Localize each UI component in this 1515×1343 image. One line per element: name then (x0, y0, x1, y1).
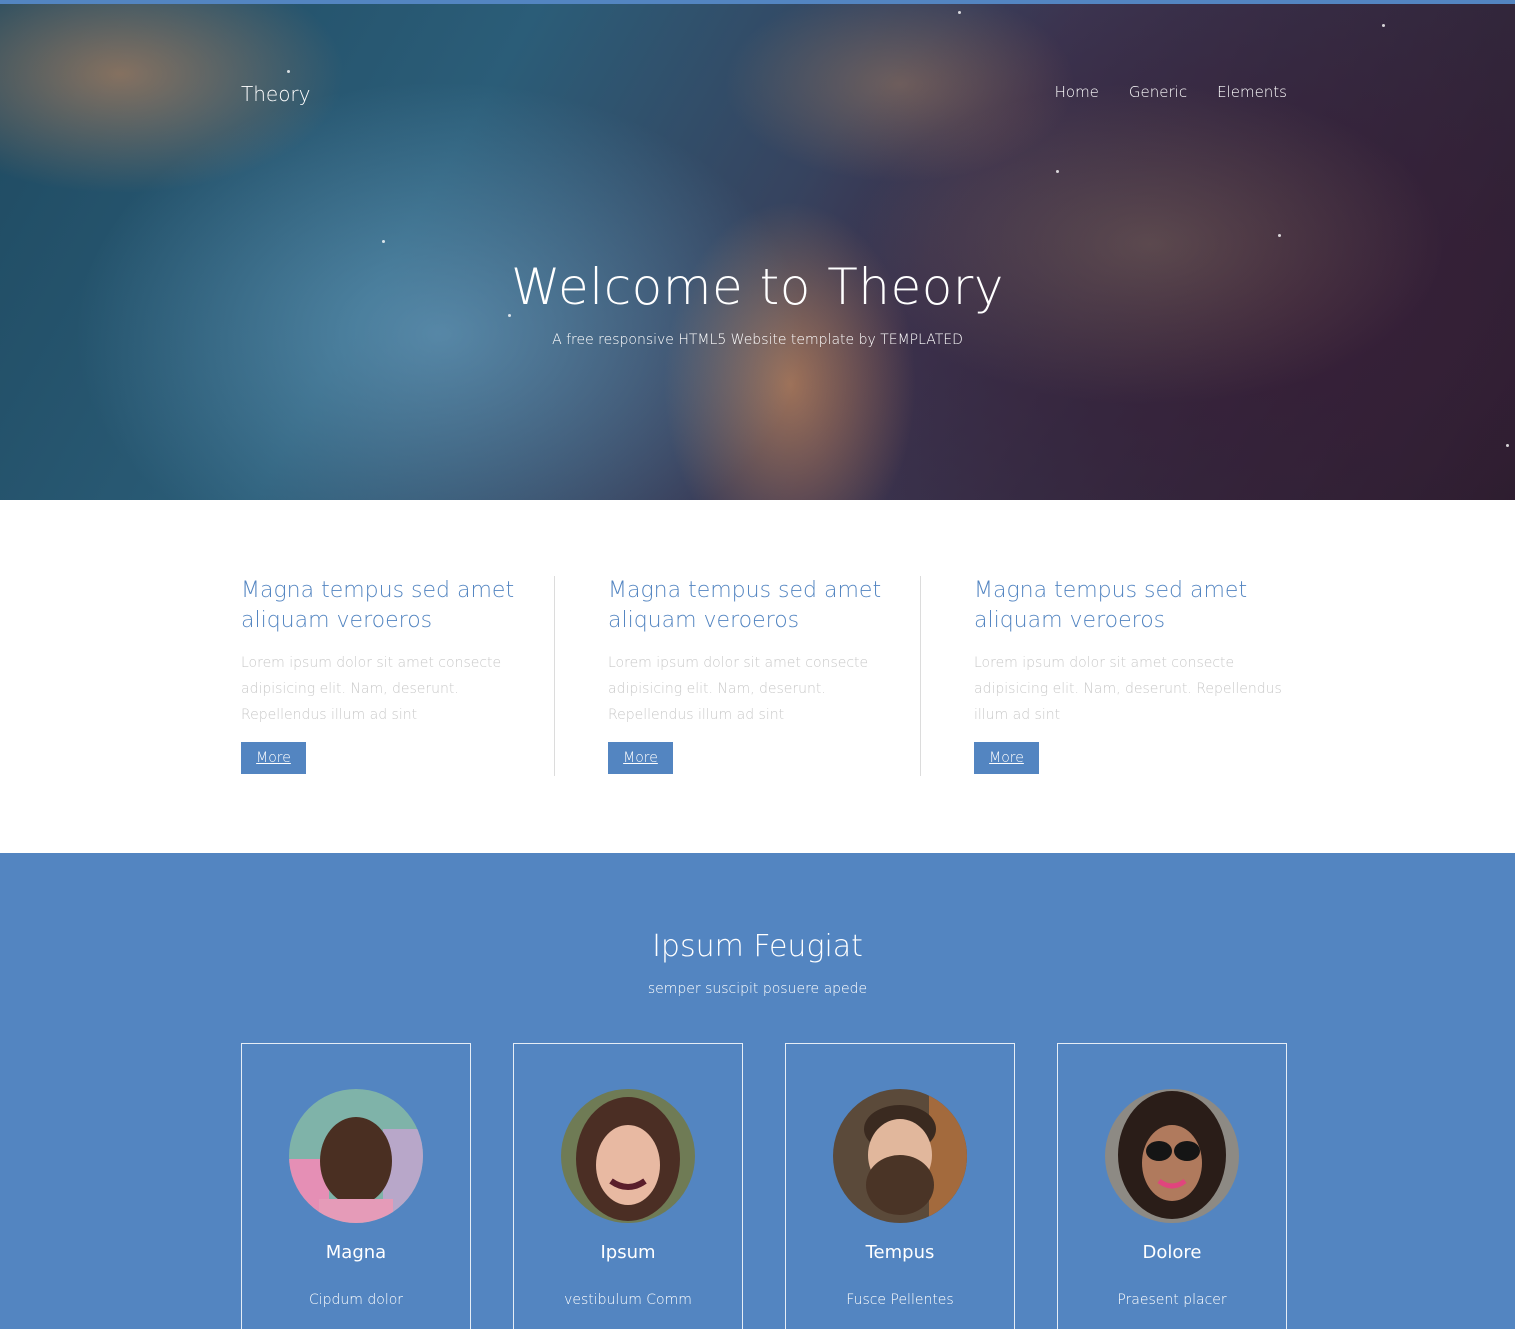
nav-elements-link[interactable]: Elements (1217, 83, 1287, 101)
feature-column: Magna tempus sed amet aliquam veroeros L… (554, 576, 920, 776)
nav-home-link[interactable]: Home (1055, 83, 1099, 101)
team-card: Ipsum vestibulum Comm (513, 1043, 743, 1343)
team-subtitle: semper suscipit posuere apede (647, 981, 868, 997)
team-card: Magna Cipdum dolor (241, 1043, 471, 1343)
star-decoration (1278, 234, 1281, 237)
hero-subtitle: A free responsive HTML5 Website template… (552, 332, 963, 348)
more-button[interactable]: More (241, 742, 306, 774)
team-card: Tempus Fusce Pellentes (785, 1043, 1015, 1343)
site-logo[interactable]: Theory (241, 82, 311, 106)
hero-title: Welcome to Theory (511, 258, 1004, 316)
avatar-photo-icon (1105, 1089, 1239, 1223)
member-role: Fusce Pellentes (846, 1292, 954, 1308)
nav-generic-link[interactable]: Generic (1129, 83, 1187, 101)
feature-text: Lorem ipsum dolor sit amet consecte adip… (974, 655, 1282, 723)
avatar-photo-icon (561, 1089, 695, 1223)
star-decoration (1506, 444, 1509, 447)
feature-column: Magna tempus sed amet aliquam veroeros L… (241, 576, 554, 776)
feature-title: Magna tempus sed amet aliquam veroeros (608, 578, 882, 633)
member-role: Praesent placer (1117, 1292, 1227, 1308)
member-role: vestibulum Comm (564, 1292, 692, 1308)
member-name: Dolore (1142, 1242, 1202, 1263)
member-name: Magna (325, 1242, 387, 1263)
avatar (561, 1089, 695, 1223)
more-button[interactable]: More (974, 742, 1039, 774)
team-section: Ipsum Feugiat semper suscipit posuere ap… (0, 853, 1515, 1343)
avatar (289, 1089, 423, 1223)
member-name: Ipsum (600, 1242, 656, 1263)
feature-text: Lorem ipsum dolor sit amet consecte adip… (241, 655, 502, 723)
feature-column: Magna tempus sed amet aliquam veroeros L… (920, 576, 1287, 776)
feature-title: Magna tempus sed amet aliquam veroeros (241, 578, 515, 633)
team-card: Dolore Praesent placer (1057, 1043, 1287, 1343)
feature-title: Magna tempus sed amet aliquam veroeros (974, 578, 1248, 633)
member-role: Cipdum dolor (308, 1292, 404, 1308)
star-decoration (958, 11, 961, 14)
avatar-photo-icon (833, 1089, 967, 1223)
main-nav: Home Generic Elements (1055, 83, 1287, 101)
member-name: Tempus (865, 1242, 935, 1263)
hero-banner: Theory Home Generic Elements Welcome to … (0, 4, 1515, 500)
star-decoration (287, 70, 290, 73)
star-decoration (1056, 170, 1059, 173)
more-button[interactable]: More (608, 742, 673, 774)
star-decoration (382, 240, 385, 243)
avatar (1105, 1089, 1239, 1223)
avatar (833, 1089, 967, 1223)
star-decoration (1382, 24, 1385, 27)
avatar-photo-icon (289, 1089, 423, 1223)
features-section: Magna tempus sed amet aliquam veroeros L… (241, 576, 1287, 776)
feature-text: Lorem ipsum dolor sit amet consecte adip… (608, 655, 869, 723)
team-title: Ipsum Feugiat (652, 929, 863, 964)
